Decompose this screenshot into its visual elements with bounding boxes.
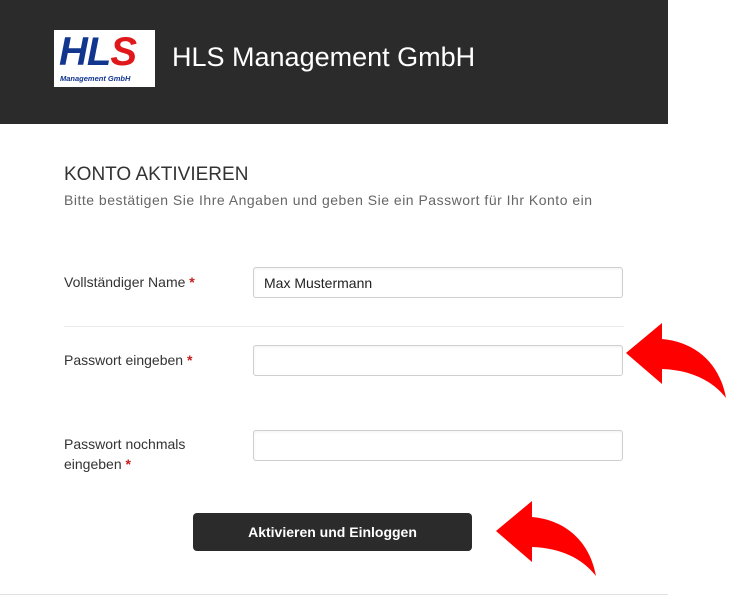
- full-name-label: Vollständiger Name *: [64, 272, 195, 292]
- required-marker: *: [186, 352, 193, 368]
- full-name-input[interactable]: [253, 267, 623, 298]
- required-marker: *: [189, 274, 195, 290]
- password-input[interactable]: [253, 345, 623, 376]
- logo-text-s: S: [110, 30, 137, 74]
- password-repeat-label: Passwort nochmals eingeben *: [64, 434, 185, 474]
- password-repeat-label-line2: eingeben: [64, 456, 122, 472]
- full-name-label-text: Vollständiger Name: [64, 274, 186, 290]
- password-repeat-label-line1: Passwort nochmals: [64, 436, 186, 452]
- company-name: HLS Management GmbH: [172, 42, 476, 72]
- required-marker: *: [125, 456, 131, 472]
- activate-login-button[interactable]: Aktivieren und Einloggen: [193, 513, 472, 551]
- password-label: Passwort eingeben *: [64, 350, 192, 370]
- logo-subtitle: Management GmbH: [60, 74, 131, 83]
- header-bar: HLS Management GmbH HLS Management GmbH: [0, 0, 668, 124]
- card-bottom-border: [0, 594, 668, 595]
- logo-text-hl: HL: [59, 30, 111, 74]
- divider: [64, 326, 624, 327]
- logo-wordmark: HLS: [59, 30, 137, 74]
- hls-logo: HLS Management GmbH: [54, 30, 155, 87]
- page-description: Bitte bestätigen Sie Ihre Angaben und ge…: [64, 192, 593, 208]
- curved-arrow-icon: [496, 501, 596, 576]
- password-repeat-input[interactable]: [253, 430, 623, 461]
- curved-arrow-icon: [626, 323, 726, 398]
- page-title: KONTO AKTIVIEREN: [64, 164, 249, 185]
- password-label-text: Passwort eingeben: [64, 352, 184, 368]
